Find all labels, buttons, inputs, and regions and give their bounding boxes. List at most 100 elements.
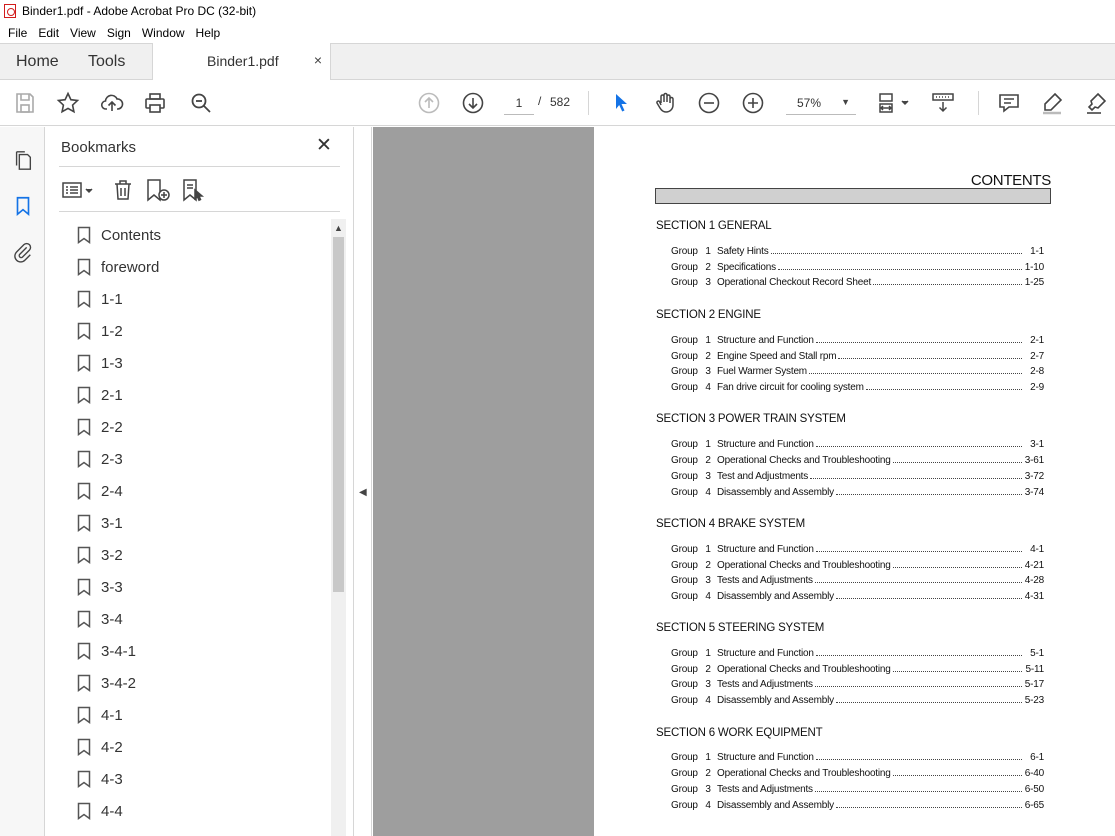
dot-leader: [892, 560, 1022, 568]
entry-title: Structure and Function: [717, 648, 814, 659]
scrollbar-thumb[interactable]: [333, 237, 344, 592]
bookmark-item[interactable]: 3-4-1: [45, 635, 331, 667]
navigation-rail: [0, 127, 45, 836]
menu-edit[interactable]: Edit: [34, 26, 63, 40]
dot-leader: [815, 439, 1022, 447]
bookmark-icon: [77, 226, 91, 244]
menu-sign[interactable]: Sign: [103, 26, 135, 40]
zoom-in-icon[interactable]: [740, 90, 766, 116]
menu-bar: File Edit View Sign Window Help: [0, 22, 1115, 43]
menu-help[interactable]: Help: [192, 26, 225, 40]
bookmark-icon: [77, 290, 91, 308]
panel-splitter[interactable]: ◀: [355, 127, 372, 836]
scroll-mode-icon[interactable]: [930, 90, 956, 116]
next-page-icon[interactable]: [460, 90, 486, 116]
sign-icon[interactable]: [1083, 90, 1109, 116]
bookmark-item[interactable]: Contents: [45, 219, 331, 251]
menu-file[interactable]: File: [4, 26, 31, 40]
bookmark-item[interactable]: 3-4: [45, 603, 331, 635]
group-label: Group: [671, 335, 698, 346]
print-icon[interactable]: [142, 90, 168, 116]
bookmark-item[interactable]: 3-3: [45, 571, 331, 603]
dot-leader: [777, 262, 1022, 270]
group-label: Group: [671, 648, 698, 659]
dot-leader: [814, 679, 1022, 688]
toc-entry: Group 3 Fuel Warmer System 2-8: [671, 366, 1044, 380]
bookmark-icon: [77, 738, 91, 756]
close-panel-icon[interactable]: ✕: [316, 136, 332, 156]
star-icon[interactable]: [55, 90, 81, 116]
highlight-icon[interactable]: [1039, 90, 1065, 116]
attachment-icon[interactable]: [10, 239, 36, 265]
group-number: 4: [705, 800, 711, 811]
new-bookmark-icon[interactable]: [145, 177, 171, 203]
bookmark-icon[interactable]: [10, 193, 36, 219]
bookmark-item[interactable]: 2-2: [45, 411, 331, 443]
select-cursor-icon[interactable]: [608, 90, 634, 116]
bookmark-item[interactable]: 2-1: [45, 379, 331, 411]
hand-icon[interactable]: [652, 90, 678, 116]
tab-document[interactable]: Binder1.pdf ×: [152, 43, 331, 80]
delete-icon[interactable]: [111, 177, 135, 203]
bookmark-icon: [77, 642, 91, 660]
zoom-out-icon[interactable]: [696, 90, 722, 116]
tab-home[interactable]: Home: [16, 44, 59, 80]
bookmark-item[interactable]: 2-3: [45, 443, 331, 475]
group-number: 4: [705, 695, 711, 707]
upload-icon[interactable]: [99, 90, 125, 116]
bookmarks-scrollbar[interactable]: ▲: [331, 219, 346, 836]
dot-leader: [810, 471, 1022, 479]
bookmark-item[interactable]: 4-2: [45, 731, 331, 763]
bookmark-label: 2-2: [101, 418, 123, 436]
tab-tools[interactable]: Tools: [88, 44, 125, 80]
section-heading: SECTION 1 GENERAL: [656, 220, 772, 232]
group-label: Group: [671, 261, 698, 273]
toc-entry: Group 2 Operational Checks and Troubleshoo…: [671, 560, 1044, 574]
bookmark-item[interactable]: 1-3: [45, 347, 331, 379]
zoom-dropdown[interactable]: 57% ▼: [786, 91, 856, 115]
acrobat-app-icon: [4, 4, 16, 18]
comment-icon[interactable]: [996, 90, 1022, 116]
entry-title: Fan drive circuit for cooling system: [717, 381, 864, 393]
entry-page: 5-17: [1024, 679, 1044, 691]
dot-leader: [835, 695, 1022, 704]
pages-icon[interactable]: [10, 147, 36, 173]
group-number: 2: [705, 768, 711, 779]
bookmark-item[interactable]: 4-4: [45, 795, 331, 827]
search-icon[interactable]: [188, 90, 214, 116]
entry-title: Disassembly and Assembly: [717, 487, 834, 498]
pdf-page: CONTENTS SECTION 1 GENERAL Group 1 Safety H…: [594, 127, 1115, 836]
entry-page: 4-31: [1024, 591, 1044, 603]
prev-page-icon[interactable]: [416, 90, 442, 116]
collapse-panel-icon[interactable]: ◀: [359, 487, 367, 498]
page-fit-icon[interactable]: [876, 90, 912, 116]
contents-heading: CONTENTS: [970, 172, 1051, 189]
entry-title: Disassembly and Assembly: [717, 695, 834, 707]
bookmark-item[interactable]: 4-3: [45, 763, 331, 795]
bookmark-item[interactable]: 2-4: [45, 475, 331, 507]
group-number: 1: [705, 752, 711, 763]
menu-view[interactable]: View: [66, 26, 100, 40]
toc-entry: Group 1 Safety Hints 1-1: [671, 246, 1044, 260]
document-view[interactable]: CONTENTS SECTION 1 GENERAL Group 1 Safety H…: [373, 127, 1115, 836]
bookmark-item[interactable]: 1-1: [45, 283, 331, 315]
bookmark-item[interactable]: 3-2: [45, 539, 331, 571]
page-number-input[interactable]: 1: [504, 91, 534, 115]
toc-entry: Group 4 Disassembly and Assembly 6-65: [671, 800, 1044, 814]
save-icon[interactable]: [12, 90, 38, 116]
dot-leader: [838, 351, 1022, 359]
entry-page: 3-61: [1024, 455, 1044, 466]
bookmark-item[interactable]: 3-4-2: [45, 667, 331, 699]
bookmark-item[interactable]: 3-1: [45, 507, 331, 539]
menu-window[interactable]: Window: [138, 26, 189, 40]
bookmark-item[interactable]: 4-1: [45, 699, 331, 731]
new-bookmark-from-structure-icon[interactable]: [181, 177, 207, 203]
bookmark-label: 3-4: [101, 610, 123, 628]
close-tab-icon[interactable]: ×: [314, 52, 322, 68]
options-menu-icon[interactable]: [61, 177, 97, 203]
bookmark-item[interactable]: foreword: [45, 251, 331, 283]
group-number: 3: [705, 277, 711, 288]
scroll-up-icon[interactable]: ▲: [334, 223, 343, 233]
bookmark-item[interactable]: 1-2: [45, 315, 331, 347]
entry-page: 6-40: [1024, 768, 1044, 779]
